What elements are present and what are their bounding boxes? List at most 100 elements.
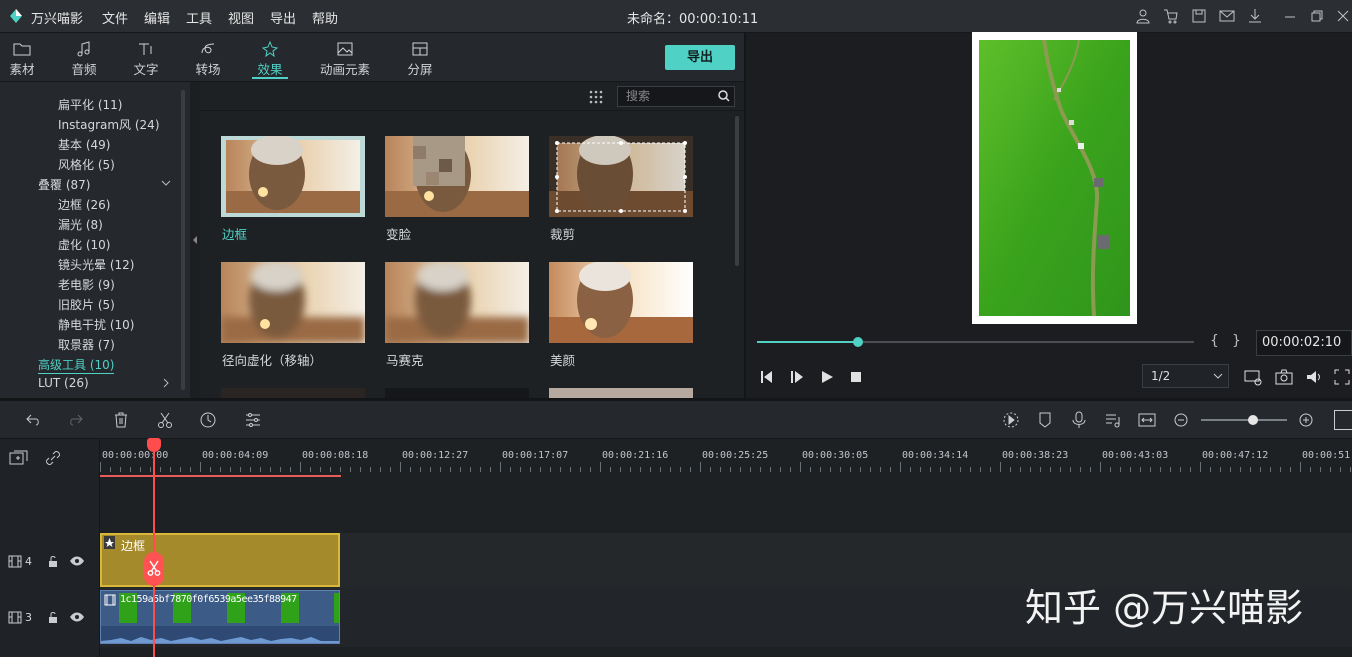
subcategory-item[interactable]: 漏光 (8) xyxy=(58,216,103,233)
menu-edit[interactable]: 编辑 xyxy=(144,8,170,27)
menu-view[interactable]: 视图 xyxy=(228,8,254,27)
watermark: 知乎 @万兴喵影 xyxy=(1025,586,1304,630)
zoom-slider-knob[interactable] xyxy=(1248,415,1258,425)
add-track-icon[interactable] xyxy=(9,449,29,467)
ruler-tick-mark xyxy=(1320,467,1321,472)
ruler-tick-label: 00:00:34:14 xyxy=(902,450,969,461)
speed-clock-icon[interactable] xyxy=(199,411,217,429)
ruler-tick-mark xyxy=(990,467,991,472)
ruler-tick-mark xyxy=(320,467,321,472)
tab-split-screen[interactable]: 分屏 xyxy=(392,33,448,81)
download-icon[interactable] xyxy=(1247,8,1263,24)
category-item[interactable]: 风格化 (5) xyxy=(58,156,115,173)
delete-icon[interactable] xyxy=(112,411,130,429)
category-advanced-tools[interactable]: 高级工具 (10) xyxy=(38,356,115,374)
audio-mixer-icon[interactable] xyxy=(1104,411,1122,429)
category-item[interactable]: 扁平化 (11) xyxy=(58,96,122,113)
grid-view-icon[interactable] xyxy=(588,89,604,105)
export-button[interactable]: 导出 xyxy=(665,45,735,70)
ruler-tick-mark xyxy=(1300,462,1301,472)
volume-icon[interactable] xyxy=(1305,368,1323,386)
zoom-slider-track[interactable] xyxy=(1201,419,1287,421)
snapshot-camera-icon[interactable] xyxy=(1275,368,1293,386)
category-item[interactable]: Instagram风 (24) xyxy=(58,116,160,133)
prev-frame-icon[interactable] xyxy=(758,368,776,386)
effect-thumb-mosaic[interactable] xyxy=(385,262,529,343)
tab-media[interactable]: 素材 xyxy=(0,33,50,81)
effect-thumb-partial[interactable] xyxy=(549,388,693,398)
minimize-icon[interactable] xyxy=(1282,8,1298,24)
timecode-display[interactable]: 00:00:02:10 xyxy=(1256,330,1352,356)
undo-icon[interactable] xyxy=(24,411,42,429)
menu-help[interactable]: 帮助 xyxy=(312,8,338,27)
lock-icon[interactable] xyxy=(47,555,59,568)
tab-text[interactable]: 文字 xyxy=(118,33,174,81)
subcategory-item[interactable]: 边框 (26) xyxy=(58,196,110,213)
adjust-sliders-icon[interactable] xyxy=(244,411,262,429)
menu-tools[interactable]: 工具 xyxy=(186,8,212,27)
effect-thumb-beauty[interactable] xyxy=(549,262,693,343)
library-scrollbar[interactable] xyxy=(735,116,739,266)
chevron-down-icon[interactable] xyxy=(161,178,171,188)
subcategory-item[interactable]: 镜头光晕 (12) xyxy=(58,256,134,273)
display-settings-icon[interactable] xyxy=(1244,368,1262,386)
effect-thumb-crop[interactable] xyxy=(549,136,693,217)
marker-icon[interactable] xyxy=(1036,411,1054,429)
panel-layout-icon[interactable] xyxy=(1334,410,1352,430)
playhead-handle[interactable] xyxy=(147,438,161,452)
preview-video[interactable] xyxy=(979,40,1130,316)
collapse-arrow-icon[interactable] xyxy=(191,235,199,245)
zoom-in-icon[interactable] xyxy=(1297,411,1315,429)
category-item[interactable]: 基本 (49) xyxy=(58,136,110,153)
mark-out-icon[interactable]: } xyxy=(1232,333,1241,349)
fullscreen-icon[interactable] xyxy=(1333,368,1351,386)
zoom-out-icon[interactable] xyxy=(1172,411,1190,429)
menu-file[interactable]: 文件 xyxy=(102,8,128,27)
chevron-right-icon[interactable] xyxy=(161,378,171,388)
work-area-bar[interactable] xyxy=(100,475,341,477)
subcategory-item[interactable]: 虚化 (10) xyxy=(58,236,110,253)
effect-thumb-radial-blur[interactable] xyxy=(221,262,365,343)
tab-transition[interactable]: 转场 xyxy=(180,33,236,81)
save-icon[interactable] xyxy=(1191,8,1207,24)
user-icon[interactable] xyxy=(1135,8,1151,24)
eye-icon[interactable] xyxy=(69,612,85,622)
cart-icon[interactable] xyxy=(1163,8,1179,24)
effect-thumb-border[interactable] xyxy=(221,136,365,217)
lock-icon[interactable] xyxy=(47,611,59,624)
link-icon[interactable] xyxy=(44,449,62,467)
subcategory-item[interactable]: 旧胶片 (5) xyxy=(58,296,115,313)
restore-icon[interactable] xyxy=(1309,8,1325,24)
subcategory-item[interactable]: 静电干扰 (10) xyxy=(58,316,134,333)
subcategory-item[interactable]: 取景器 (7) xyxy=(58,336,115,353)
tab-elements[interactable]: 动画元素 xyxy=(309,33,381,81)
sidebar-scrollbar[interactable] xyxy=(181,90,185,390)
redo-icon[interactable] xyxy=(67,411,85,429)
playback-progress-knob[interactable] xyxy=(852,337,863,347)
effect-thumb-face-off[interactable] xyxy=(385,136,529,217)
tab-audio[interactable]: 音频 xyxy=(56,33,112,81)
effect-thumb-partial[interactable] xyxy=(221,388,365,398)
playback-quality-value: 1/2 xyxy=(1151,369,1171,383)
mail-icon[interactable] xyxy=(1219,8,1235,24)
close-icon[interactable] xyxy=(1335,8,1351,24)
tab-effects[interactable]: 效果 xyxy=(242,33,298,81)
fit-timeline-icon[interactable] xyxy=(1138,411,1156,429)
category-group-overlay[interactable]: 叠覆 (87) xyxy=(38,176,90,193)
play-frame-icon[interactable] xyxy=(788,368,806,386)
category-lut[interactable]: LUT (26) xyxy=(38,376,89,390)
microphone-icon[interactable] xyxy=(1070,411,1088,429)
split-scissors-icon[interactable] xyxy=(156,411,174,429)
mark-in-icon[interactable]: { xyxy=(1210,333,1219,349)
subcategory-item[interactable]: 老电影 (9) xyxy=(58,276,115,293)
play-icon[interactable] xyxy=(818,368,836,386)
ruler-tick-mark xyxy=(530,467,531,472)
effect-thumb-partial[interactable] xyxy=(385,388,529,398)
search-icon[interactable] xyxy=(718,90,730,102)
render-preview-icon[interactable] xyxy=(1002,411,1020,429)
chevron-down-icon[interactable] xyxy=(1213,372,1223,380)
menu-export[interactable]: 导出 xyxy=(270,8,296,27)
eye-icon[interactable] xyxy=(69,556,85,566)
ruler-tick-mark xyxy=(360,467,361,472)
stop-icon[interactable] xyxy=(847,368,865,386)
